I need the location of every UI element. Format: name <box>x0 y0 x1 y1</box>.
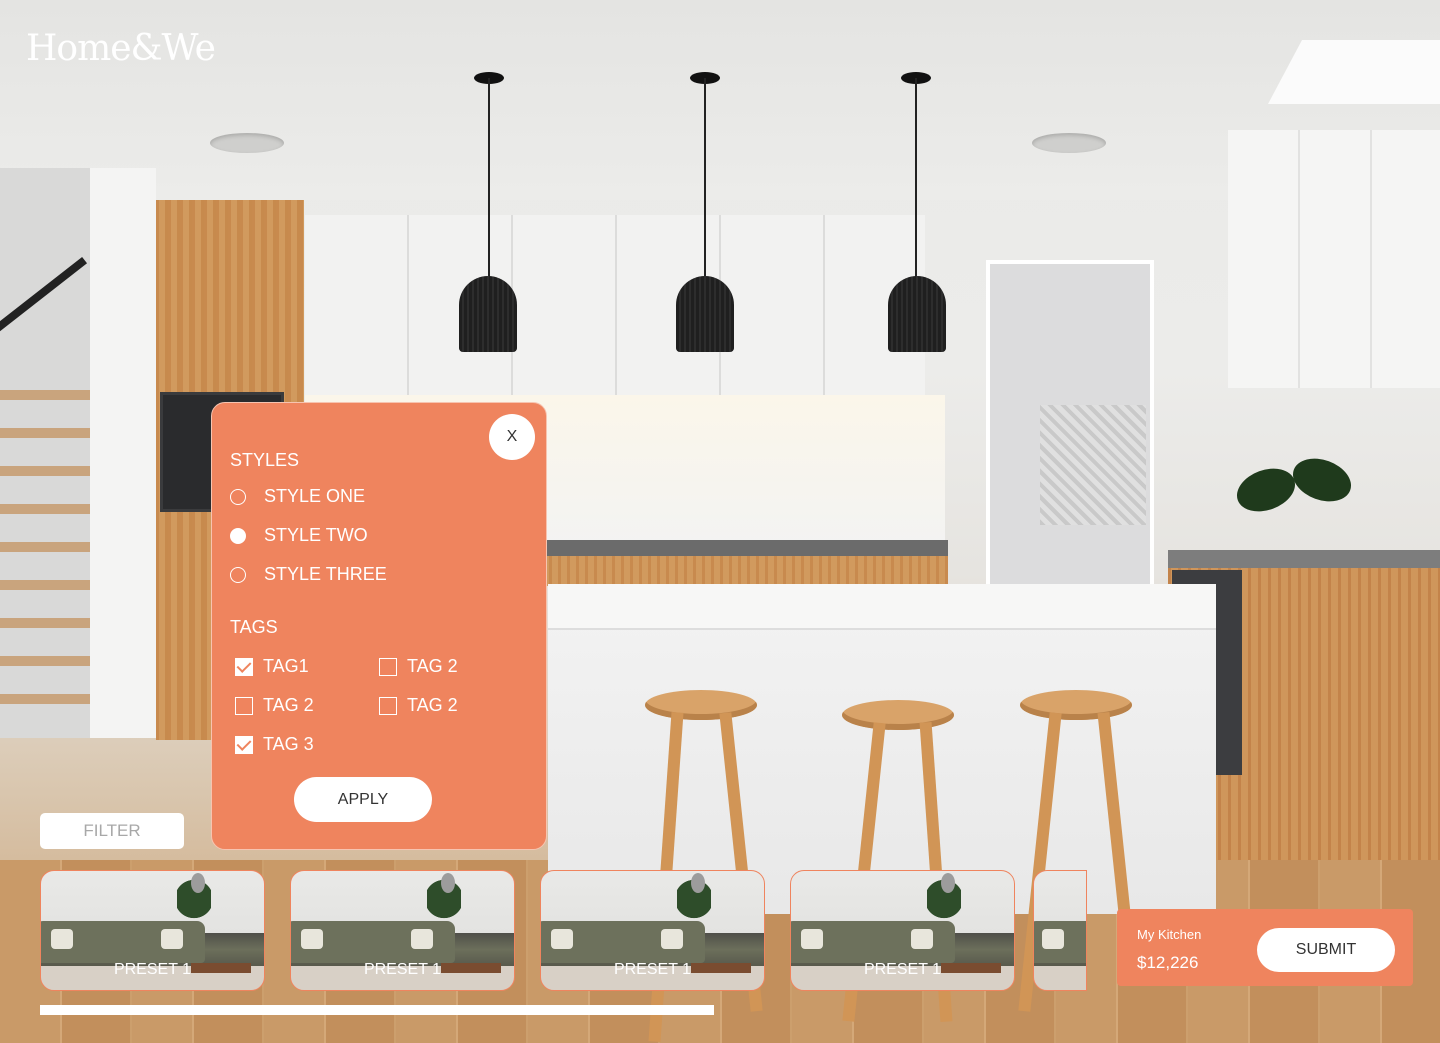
checkbox[interactable] <box>235 696 253 715</box>
preset-card[interactable]: PRESET 1 <box>540 870 765 991</box>
style-option-label: STYLE TWO <box>264 525 368 545</box>
radio-button-selected[interactable] <box>230 527 246 544</box>
tag-option[interactable]: TAG 3 <box>235 734 314 755</box>
tag-option[interactable]: TAG 2 <box>235 695 314 716</box>
ceiling <box>0 0 1440 200</box>
pendant-lamp <box>888 276 946 352</box>
preset-card[interactable]: PRESET 1 <box>790 870 1015 991</box>
staircase <box>0 390 92 730</box>
preset-card[interactable]: PRESET 1 <box>290 870 515 991</box>
cushion <box>411 929 433 949</box>
tag-option-label: TAG 2 <box>263 695 314 715</box>
tag-option[interactable]: TAG 2 <box>379 656 458 677</box>
tag-option-label: TAG 2 <box>407 695 458 715</box>
project-name: My Kitchen <box>1137 927 1202 942</box>
pendant-cord <box>488 78 490 278</box>
ceiling-downlight <box>1032 133 1106 153</box>
preset-card-partial[interactable] <box>1033 870 1087 991</box>
tag-option[interactable]: TAG1 <box>235 656 309 677</box>
filter-panel: X STYLES STYLE ONE STYLE TWO STYLE THREE… <box>211 402 547 850</box>
total-price: $12,226 <box>1137 953 1199 972</box>
right-upper-cabinets <box>1228 130 1440 388</box>
tiled-wall <box>1040 405 1146 525</box>
preset-scrollbar[interactable] <box>40 1005 714 1015</box>
style-option[interactable]: STYLE TWO <box>230 525 368 546</box>
checkbox-checked[interactable] <box>235 735 253 754</box>
radio-button[interactable] <box>230 488 246 505</box>
cushion <box>801 929 823 949</box>
tag-option-label: TAG 2 <box>407 656 458 676</box>
filter-button[interactable]: FILTER <box>40 813 184 849</box>
bar-stool <box>1020 690 1132 720</box>
close-button[interactable]: X <box>489 414 535 460</box>
summary-card: My Kitchen $12,226 SUBMIT <box>1117 909 1413 986</box>
lamp-thumbnail <box>441 873 455 893</box>
lamp-thumbnail <box>941 873 955 893</box>
tag-option[interactable]: TAG 2 <box>379 695 458 716</box>
back-counter <box>540 540 948 556</box>
pendant-cord <box>915 78 917 278</box>
cushion <box>301 929 323 949</box>
cushion <box>161 929 183 949</box>
white-pillar <box>90 168 156 738</box>
checkbox-checked[interactable] <box>235 657 253 676</box>
cushion <box>1042 929 1064 949</box>
preset-label: PRESET 1 <box>113 961 192 978</box>
radio-button[interactable] <box>230 566 246 583</box>
style-option-label: STYLE ONE <box>264 486 366 506</box>
plant-leaf <box>1286 450 1358 510</box>
upper-cabinets <box>305 215 925 395</box>
pendant-cord <box>704 78 706 278</box>
right-counter <box>1168 550 1440 568</box>
styles-heading: STYLES <box>230 450 300 470</box>
cushion <box>551 929 573 949</box>
apply-button[interactable]: APPLY <box>294 777 432 822</box>
preset-label: PRESET 1 <box>613 961 692 978</box>
style-option[interactable]: STYLE ONE <box>230 486 365 507</box>
preset-label: PRESET 1 <box>363 961 442 978</box>
ceiling-downlight <box>210 133 284 153</box>
lower-cabinets <box>540 556 948 586</box>
cushion <box>661 929 683 949</box>
bar-stool <box>645 690 757 720</box>
preset-label: PRESET 1 <box>863 961 942 978</box>
preset-card[interactable]: PRESET 1 <box>40 870 265 991</box>
tag-option-label: TAG1 <box>263 656 309 676</box>
plant-leaf <box>1230 460 1302 520</box>
submit-button[interactable]: SUBMIT <box>1257 928 1395 972</box>
lamp-thumbnail <box>191 873 205 893</box>
style-option-label: STYLE THREE <box>264 564 387 584</box>
cushion <box>911 929 933 949</box>
checkbox[interactable] <box>379 696 397 715</box>
style-option[interactable]: STYLE THREE <box>230 564 387 585</box>
island-countertop <box>548 584 1216 628</box>
cushion <box>51 929 73 949</box>
pendant-lamp <box>676 276 734 352</box>
tags-heading: TAGS <box>230 617 278 637</box>
checkbox[interactable] <box>379 657 397 676</box>
lamp-thumbnail <box>691 873 705 893</box>
pendant-lamp <box>459 276 517 352</box>
bar-stool <box>842 700 954 730</box>
tag-option-label: TAG 3 <box>263 734 314 754</box>
brand-logo[interactable]: Home&We <box>26 28 216 69</box>
